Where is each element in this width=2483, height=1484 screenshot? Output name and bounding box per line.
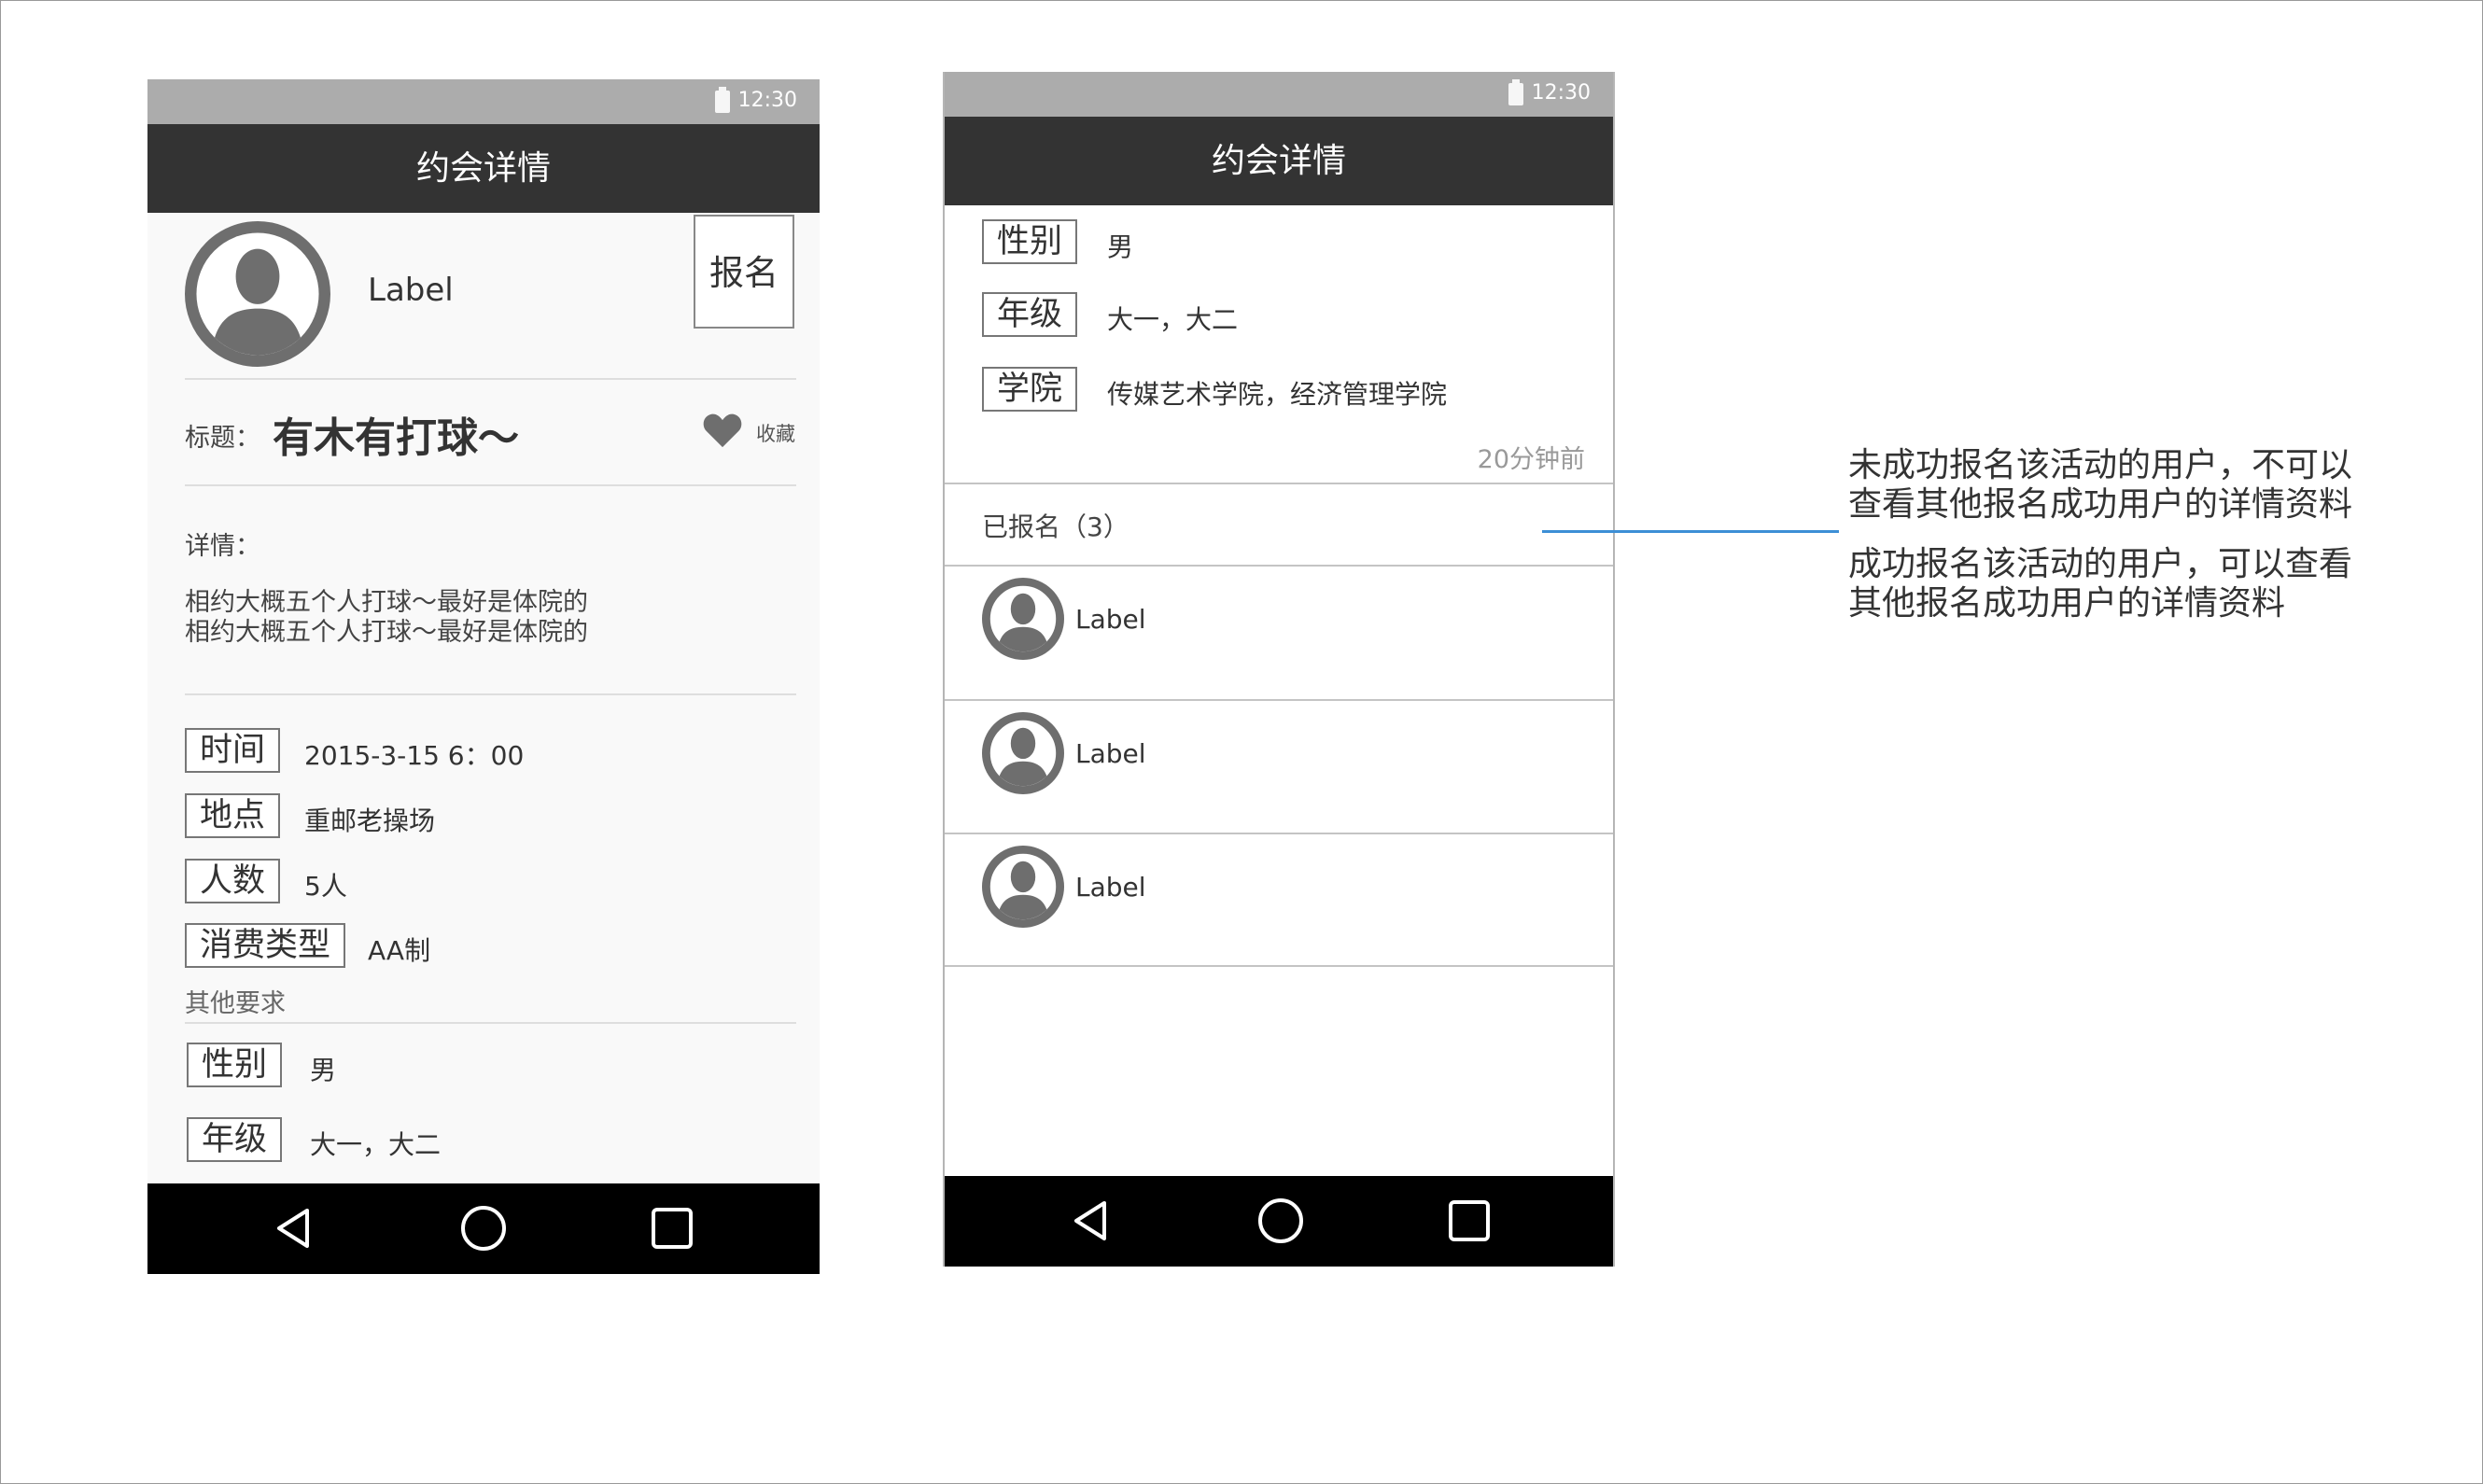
annotation-note-1: 未成功报名该活动的用户，不可以 查看其他报名成功用户的详情资料 xyxy=(1848,446,2352,525)
user-avatar-icon[interactable] xyxy=(185,221,330,367)
value-grade: 大一，大二 xyxy=(310,1129,442,1160)
time-ago: 20分钟前 xyxy=(1477,445,1585,474)
status-bar: 12:30 xyxy=(147,79,820,124)
status-time: 12:30 xyxy=(737,89,797,112)
battery-icon xyxy=(715,87,730,113)
user-avatar-icon xyxy=(982,578,1064,660)
back-triangle-icon[interactable] xyxy=(1069,1197,1115,1244)
divider xyxy=(185,693,796,695)
tag-gender: 性别 xyxy=(982,219,1078,264)
tag-people: 人数 xyxy=(185,859,281,903)
value-gender: 男 xyxy=(1107,231,1134,262)
nav-bar xyxy=(147,1183,820,1274)
nav-bar xyxy=(945,1176,1613,1267)
list-item[interactable]: Label xyxy=(945,701,1613,833)
other-requirements-label: 其他要求 xyxy=(185,989,286,1018)
annotation-line: 其他报名成功用户的详情资料 xyxy=(1848,584,2286,623)
subject-label: 标题： xyxy=(185,424,260,453)
detail-line: 相约大概五个人打球～最好是体院的 xyxy=(185,618,588,647)
status-time: 12:30 xyxy=(1531,81,1591,105)
list-item[interactable]: Label xyxy=(945,834,1613,967)
tag-gender: 性别 xyxy=(187,1043,283,1087)
annotation-line: 未成功报名该活动的用户，不可以 xyxy=(1848,446,2353,484)
divider xyxy=(185,1022,796,1024)
value-cost-type: AA制 xyxy=(368,935,431,966)
phone-screen-2: 12:30 约会详情 性别 男 年级 大一，大二 学院 传媒艺术学院，经济管理学… xyxy=(943,72,1615,1267)
value-grade: 大一，大二 xyxy=(1107,304,1239,335)
tag-time: 时间 xyxy=(185,728,281,773)
phone-screen-1: 12:30 约会详情 Label 报名 标题： 有木有打球～ 收藏 详情： 相约… xyxy=(147,79,820,1274)
back-triangle-icon[interactable] xyxy=(272,1205,318,1252)
value-people: 5人 xyxy=(304,871,347,902)
annotation-note-2: 成功报名该活动的用户，可以查看 其他报名成功用户的详情资料 xyxy=(1848,545,2352,623)
annotation-line: 查看其他报名成功用户的详情资料 xyxy=(1848,485,2353,524)
value-time: 2015-3-15 6：00 xyxy=(304,740,525,771)
divider xyxy=(945,483,1613,484)
home-circle-icon[interactable] xyxy=(1257,1197,1304,1244)
registrant-name: Label xyxy=(1075,872,1146,903)
divider xyxy=(945,965,1613,967)
page-title: 约会详情 xyxy=(945,117,1613,205)
annotation-connector xyxy=(1542,530,1839,533)
signup-button[interactable]: 报名 xyxy=(694,215,794,329)
user-avatar-icon xyxy=(982,846,1064,928)
value-location: 重邮老操场 xyxy=(304,805,436,836)
status-bar: 12:30 xyxy=(945,72,1613,117)
battery-icon xyxy=(1508,79,1523,105)
tag-grade: 年级 xyxy=(982,292,1078,337)
divider xyxy=(185,484,796,486)
divider xyxy=(185,378,796,380)
heart-icon[interactable] xyxy=(702,412,743,449)
list-item[interactable]: Label xyxy=(945,567,1613,699)
registered-header: 已报名（3） xyxy=(982,511,1129,542)
recents-square-icon[interactable] xyxy=(1446,1197,1493,1244)
favorite-label[interactable]: 收藏 xyxy=(756,419,795,447)
value-college: 传媒艺术学院，经济管理学院 xyxy=(1107,379,1448,410)
tag-grade: 年级 xyxy=(187,1117,283,1162)
tag-college: 学院 xyxy=(982,367,1078,412)
value-gender: 男 xyxy=(310,1055,337,1085)
user-avatar-icon xyxy=(982,712,1064,794)
registrant-name: Label xyxy=(1075,738,1146,769)
home-circle-icon[interactable] xyxy=(460,1205,507,1252)
annotation-line: 成功报名该活动的用户，可以查看 xyxy=(1848,545,2353,583)
tag-cost-type: 消费类型 xyxy=(185,923,346,968)
tag-location: 地点 xyxy=(185,793,281,838)
recents-square-icon[interactable] xyxy=(649,1205,695,1252)
page-title: 约会详情 xyxy=(147,124,820,213)
host-name[interactable]: Label xyxy=(368,272,454,309)
registrant-name: Label xyxy=(1075,604,1146,635)
detail-label: 详情： xyxy=(185,532,260,561)
subject-title: 有木有打球～ xyxy=(273,414,519,462)
